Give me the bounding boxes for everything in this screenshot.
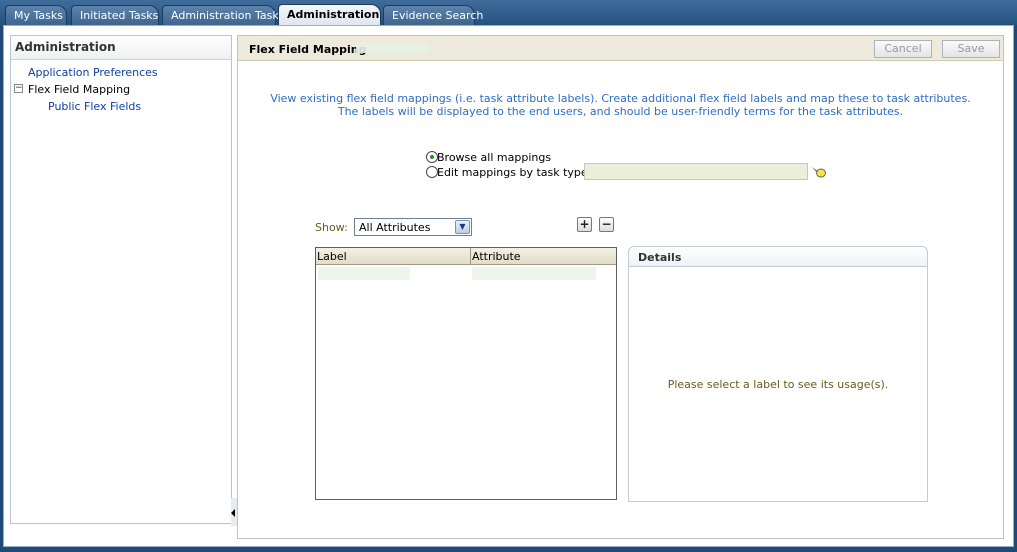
tab-administration-tasks[interactable]: Administration Tasks	[162, 5, 284, 25]
intro-text: View existing flex field mappings (i.e. …	[238, 92, 1003, 118]
browse-mappings-label: Browse all mappings	[437, 151, 552, 164]
intro-line-2: The labels will be displayed to the end …	[337, 105, 904, 118]
sidebar-title: Administration	[11, 36, 231, 60]
column-header-label[interactable]: Label	[317, 250, 347, 263]
sidebar-item-flex-field-mapping[interactable]: Flex Field Mapping	[28, 83, 130, 96]
panel-header: Flex Field Mapping Cancel Save	[238, 36, 1003, 61]
cancel-button[interactable]: Cancel	[874, 40, 932, 58]
task-type-input[interactable]	[584, 163, 808, 180]
details-message: Please select a label to see its usage(s…	[667, 378, 889, 391]
collapse-icon[interactable]: −	[14, 84, 23, 93]
table-header: Label Attribute	[316, 248, 616, 265]
show-select[interactable]: All Attributes ▼	[354, 218, 472, 236]
details-panel: Details Please select a label to see its…	[628, 246, 928, 502]
chevron-down-icon: ▼	[455, 220, 470, 234]
sidebar-item-public-flex-fields[interactable]: Public Flex Fields	[48, 100, 141, 113]
edit-mappings-label: Edit mappings by task type:	[437, 166, 592, 179]
remove-button[interactable]: −	[599, 217, 614, 232]
column-header-attribute[interactable]: Attribute	[472, 250, 521, 263]
tab-administration[interactable]: Administration	[278, 4, 381, 25]
mappings-table: Label Attribute	[315, 247, 617, 500]
flashlight-search-icon[interactable]	[811, 165, 827, 179]
bottom-bar	[0, 547, 1017, 552]
details-title: Details	[629, 247, 927, 267]
table-row-redaction	[318, 267, 410, 280]
show-label: Show:	[315, 221, 348, 234]
sidebar-item-application-preferences[interactable]: Application Preferences	[28, 66, 158, 79]
main-panel: Flex Field Mapping Cancel Save View exis…	[237, 35, 1004, 539]
table-row-redaction	[472, 267, 596, 280]
tab-my-tasks[interactable]: My Tasks	[5, 5, 67, 25]
tab-initiated-tasks[interactable]: Initiated Tasks	[71, 5, 159, 25]
add-button[interactable]: +	[577, 217, 592, 232]
tab-evidence-search[interactable]: Evidence Search	[383, 5, 483, 25]
page-title: Flex Field Mapping	[249, 43, 367, 56]
column-divider[interactable]	[470, 248, 471, 265]
tab-bar: My Tasks Initiated Tasks Administration …	[0, 0, 1017, 25]
sidebar: Administration Application Preferences −…	[10, 35, 232, 524]
collapse-arrow-icon	[231, 509, 235, 517]
title-redaction	[356, 43, 430, 53]
intro-line-1: View existing flex field mappings (i.e. …	[270, 92, 971, 105]
content-frame: Administration Application Preferences −…	[3, 25, 1014, 547]
save-button[interactable]: Save	[942, 40, 1000, 58]
show-select-value: All Attributes	[359, 221, 431, 234]
